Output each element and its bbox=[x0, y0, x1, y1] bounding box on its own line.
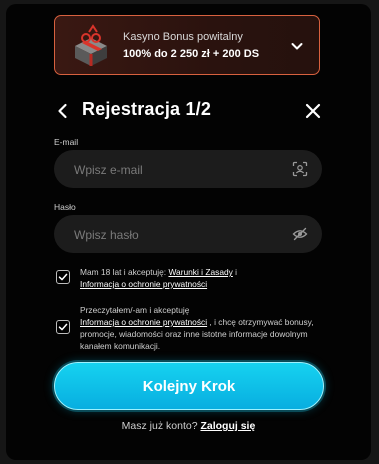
checkmark-icon bbox=[58, 273, 68, 281]
welcome-bonus-banner[interactable]: Kasyno Bonus powitalny 100% do 2 250 zł … bbox=[54, 15, 320, 75]
password-field-wrapper bbox=[54, 215, 322, 255]
login-link[interactable]: Zaloguj się bbox=[200, 420, 255, 432]
marketing-text-before: Przeczytałem/-am i akceptuję bbox=[80, 305, 190, 315]
gift-box-icon bbox=[75, 24, 107, 66]
terms-text: Mam 18 lat i akceptuję: Warunki i Zasady… bbox=[80, 266, 316, 290]
arrow-left-icon[interactable] bbox=[52, 100, 74, 122]
bonus-value: 100% do 2 250 zł + 200 DS bbox=[123, 48, 260, 60]
marketing-checkbox[interactable] bbox=[56, 320, 70, 334]
checkmark-icon bbox=[58, 323, 68, 331]
bonus-title: Kasyno Bonus powitalny bbox=[123, 31, 243, 43]
page-title: Rejestracja 1/2 bbox=[82, 99, 212, 119]
marketing-text: Przeczytałem/-am i akceptuję Informacja … bbox=[80, 304, 316, 352]
close-icon[interactable] bbox=[302, 100, 324, 122]
terms-text-before: Mam 18 lat i akceptuję: bbox=[80, 267, 169, 277]
terms-checkbox[interactable] bbox=[56, 270, 70, 284]
password-label: Hasło bbox=[54, 202, 76, 212]
email-field[interactable] bbox=[72, 150, 276, 190]
email-field-wrapper bbox=[54, 150, 322, 190]
registration-modal: Kasyno Bonus powitalny 100% do 2 250 zł … bbox=[6, 4, 371, 460]
terms-link[interactable]: Warunki i Zasady bbox=[168, 267, 232, 277]
login-question: Masz już konto? bbox=[121, 420, 201, 432]
eye-off-icon[interactable] bbox=[292, 226, 308, 242]
password-field[interactable] bbox=[72, 215, 276, 255]
marketing-privacy-link[interactable]: Informacja o ochronie prywatności bbox=[80, 317, 207, 327]
terms-text-mid: i bbox=[232, 267, 238, 277]
login-prompt: Masz już konto? Zaloguj się bbox=[6, 420, 371, 432]
face-scan-icon[interactable] bbox=[292, 161, 308, 177]
chevron-down-icon[interactable] bbox=[289, 38, 305, 54]
next-step-button[interactable]: Kolejny Krok bbox=[54, 362, 324, 410]
email-label: E-mail bbox=[54, 137, 79, 147]
privacy-link[interactable]: Informacja o ochronie prywatności bbox=[80, 279, 207, 289]
